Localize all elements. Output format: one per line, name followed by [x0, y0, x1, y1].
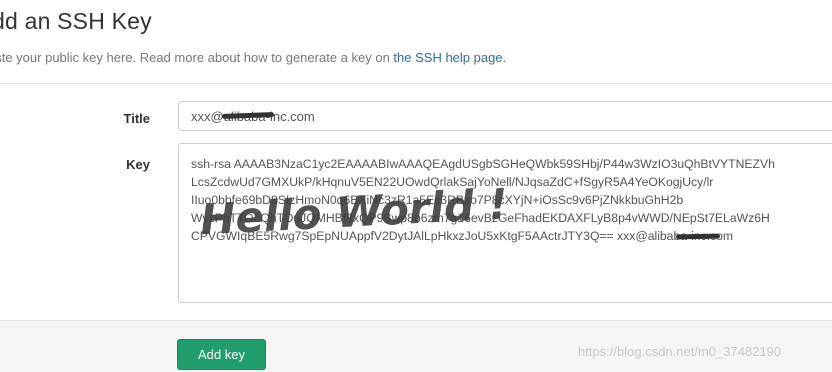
- subtitle-end: .: [502, 50, 507, 65]
- page-title: dd an SSH Key: [0, 8, 152, 34]
- key-text: ssh-rsa AAAAB3NzaC1yc2EAAAABIwAAAQEAgdUS…: [191, 155, 821, 245]
- title-input[interactable]: [178, 101, 832, 131]
- key-line: ssh-rsa AAAAB3NzaC1yc2EAAAABIwAAAQEAgdUS…: [191, 157, 775, 171]
- add-key-button[interactable]: Add key: [177, 339, 266, 370]
- redaction-mark: [675, 233, 721, 240]
- header-divider: [0, 83, 832, 84]
- key-label: Key: [126, 157, 150, 172]
- title-label: Title: [123, 111, 151, 126]
- key-line: CPVGWIqBE5Rwg7SpEpNUAppfV2DytJAlLpHkxzJo…: [191, 229, 734, 243]
- ssh-help-link[interactable]: the SSH help page: [393, 50, 502, 65]
- key-textarea[interactable]: ssh-rsa AAAAB3NzaC1yc2EAAAABIwAAAQEAgdUS…: [178, 143, 832, 303]
- key-line: LcsZcdwUd7GMXUkP/kHqnuV5EN22UOwdQrlakSaj…: [191, 175, 714, 189]
- watermark: https://blog.csdn.net/m0_37482190: [578, 344, 782, 359]
- key-line: WyzPhTTOoQhTOuJQMHBf9xQP9Swp8o6zm7g16evB…: [191, 211, 770, 225]
- page-subtitle: aste your public key here. Read more abo…: [0, 50, 506, 65]
- subtitle-text: aste your public key here. Read more abo…: [0, 50, 394, 65]
- key-line: IIuo0bbfe69bD8SIzHmoN0q6BXiNc3zR1a5Ec3RB…: [191, 193, 684, 207]
